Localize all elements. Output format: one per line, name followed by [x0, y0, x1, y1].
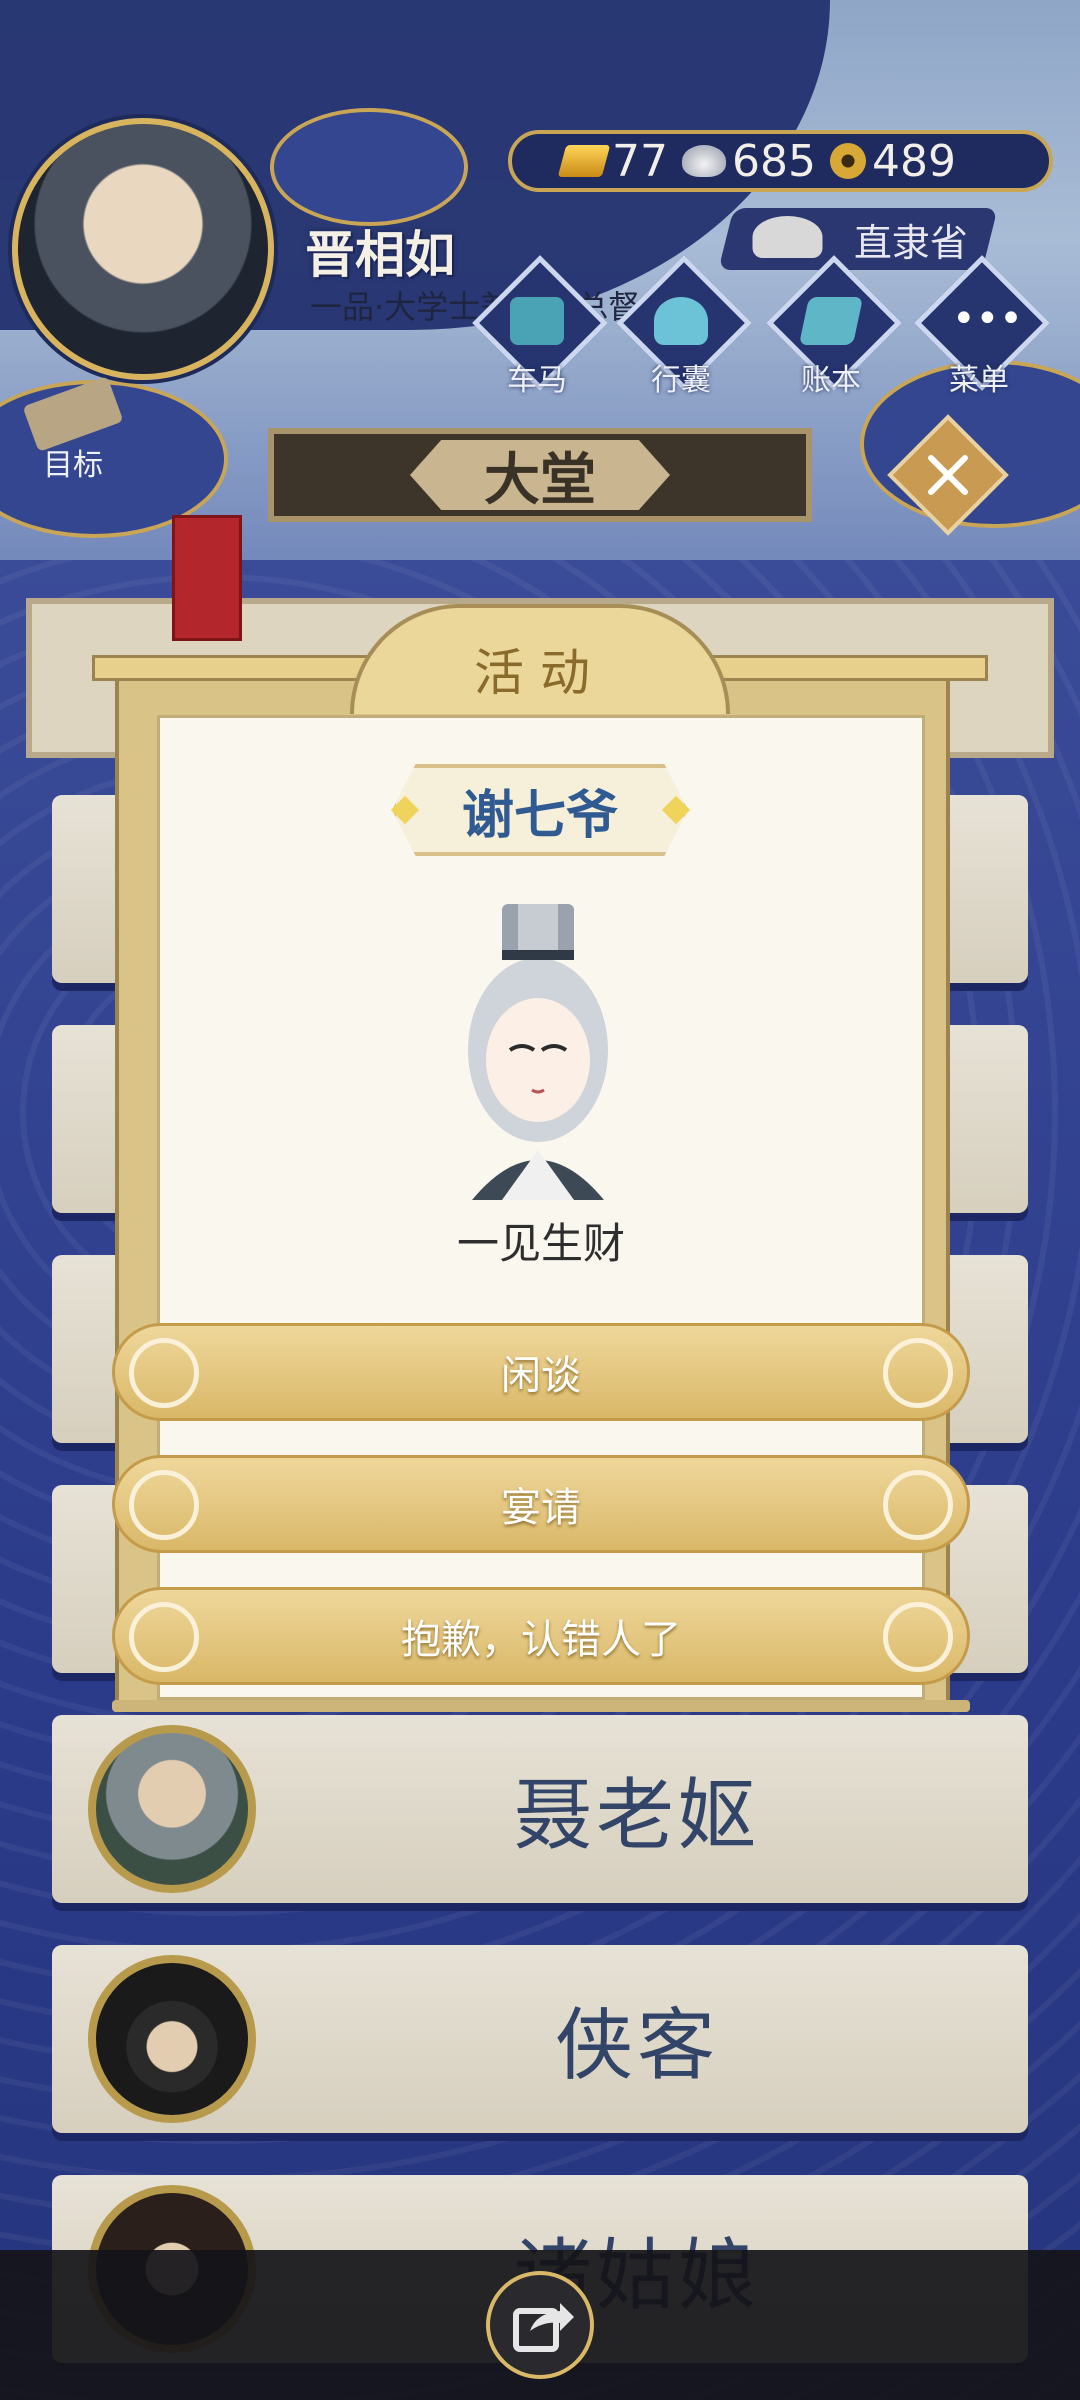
dialog-header: 活动: [350, 604, 730, 714]
swirl-icon: [883, 1338, 953, 1408]
swirl-icon: [129, 1470, 199, 1540]
swirl-icon: [883, 1470, 953, 1540]
option-label: 闲谈: [501, 1353, 581, 1399]
bundle-icon: [654, 297, 708, 345]
goal-button[interactable]: 目标: [18, 376, 128, 483]
menu-label: 行囊: [651, 363, 711, 398]
option-label: 抱歉，认错人了: [401, 1617, 681, 1663]
npc-nameplate: 谢七爷: [392, 764, 688, 856]
npc-description: 一见生财: [456, 1219, 625, 1268]
copper-coin-icon: [829, 143, 866, 179]
ledger-icon: [798, 297, 864, 345]
red-door-ornament: [172, 515, 242, 641]
goal-label: 目标: [43, 448, 103, 483]
dialog-bottom-beam: [112, 1700, 970, 1712]
npc-name: 侠客: [554, 2001, 719, 2091]
player-name: 晋相如: [305, 226, 455, 284]
menu-more[interactable]: ••• 菜单: [914, 255, 1050, 398]
gold-amount: 77: [612, 135, 668, 187]
option-apologize-button[interactable]: 抱歉，认错人了: [112, 1587, 970, 1685]
silver-ingot-icon: [682, 145, 726, 177]
menu-carriage[interactable]: 车马: [472, 255, 608, 398]
menu-bundle[interactable]: 行囊: [616, 255, 752, 398]
swirl-icon: [129, 1338, 199, 1408]
coin-currency: 489: [829, 135, 956, 187]
currency-bar: 77 685 489: [508, 130, 1053, 192]
npc-portrait: [88, 1955, 256, 2123]
official-hat-icon: [752, 216, 823, 258]
hall-title: 大堂: [410, 440, 670, 510]
npc-card-xiake[interactable]: 侠客: [52, 1945, 1028, 2133]
npc-name: 聂老妪: [513, 1771, 760, 1861]
region-label: 直隶省: [853, 220, 968, 265]
option-banquet-button[interactable]: 宴请: [112, 1455, 970, 1553]
hall-plaque: 大堂: [268, 428, 812, 522]
option-chat-button[interactable]: 闲谈: [112, 1323, 970, 1421]
share-icon: [513, 2303, 574, 2352]
menu-label: 菜单: [949, 363, 1009, 398]
silver-currency: 685: [682, 136, 816, 187]
region-button[interactable]: 直隶省: [718, 208, 998, 270]
option-label: 宴请: [501, 1485, 581, 1531]
gold-ingot-icon: [557, 145, 611, 177]
share-button[interactable]: [486, 2271, 594, 2379]
carriage-icon: [510, 297, 564, 345]
menu-label: 车马: [507, 363, 567, 398]
cloud-ornament: [270, 108, 468, 226]
menu-ledger[interactable]: 账本: [766, 255, 902, 398]
player-avatar[interactable]: [12, 118, 274, 380]
gold-currency: 77: [557, 135, 668, 187]
npc-portrait-xie: [468, 904, 608, 1200]
silver-amount: 685: [732, 135, 816, 187]
swirl-icon: [883, 1602, 953, 1672]
coin-amount: 489: [871, 135, 956, 187]
npc-card-nie[interactable]: 聂老妪: [52, 1715, 1028, 1903]
npc-portrait: [88, 1725, 256, 1893]
swirl-icon: [129, 1602, 199, 1672]
menu-label: 账本: [801, 363, 861, 398]
more-icon: •••: [952, 296, 1023, 342]
